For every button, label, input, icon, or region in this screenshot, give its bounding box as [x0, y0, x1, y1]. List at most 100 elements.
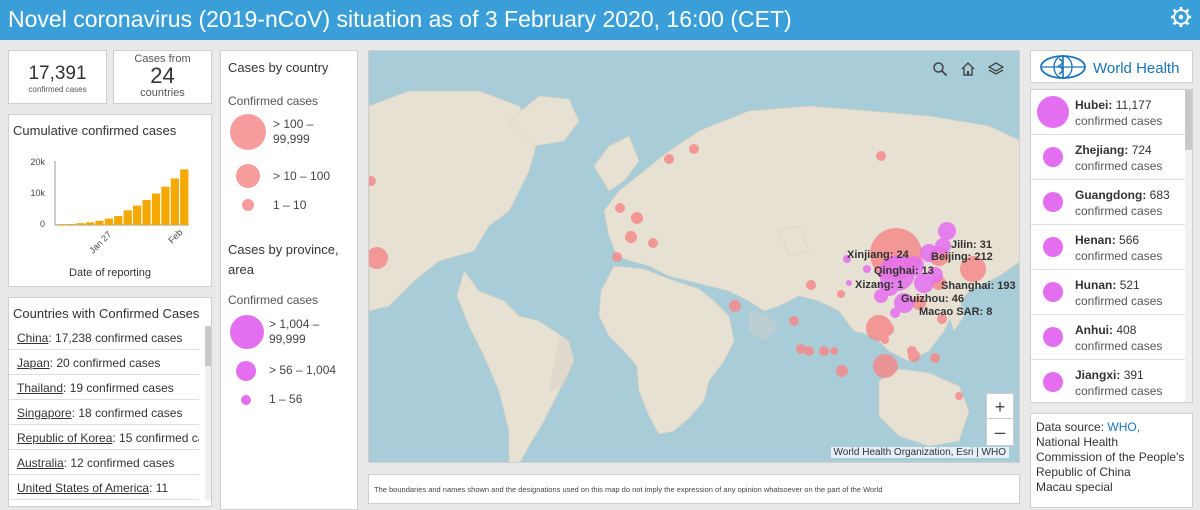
country-case-count: : 11 — [149, 481, 169, 495]
country-name-link[interactable]: Singapore — [17, 406, 72, 420]
province-name: Hunan: 521 — [1075, 278, 1140, 292]
map-home-button[interactable] — [955, 56, 981, 82]
map-circle-france — [625, 231, 637, 243]
cumulative-chart: 20k 10k 0 Jan 27 Feb — [30, 157, 189, 256]
province-name-text: Hunan — [1075, 278, 1113, 292]
home-icon — [961, 62, 975, 76]
province-list-item[interactable]: Henan: 566 confirmed cases — [1031, 225, 1192, 270]
province-count: 566 — [1119, 233, 1140, 247]
country-list-item[interactable]: Republic of Korea: 15 confirmed cases — [9, 426, 199, 450]
map-canvas[interactable]: Xinjiang: 24 Jilin: 31 Beijing: 212 Qing… — [369, 51, 1020, 463]
province-dot — [1043, 327, 1063, 347]
legend-country-large — [230, 114, 266, 150]
country-case-count: : 18 confirmed cases — [71, 406, 183, 420]
chart-bar[interactable] — [85, 222, 95, 225]
map-circle-australia — [955, 392, 963, 400]
chart-bar[interactable] — [57, 224, 66, 225]
chart-bar[interactable] — [170, 178, 179, 225]
map-search-button[interactable] — [927, 56, 953, 82]
map-label-macao: Macao SAR: 8 — [919, 306, 992, 318]
country-name-link[interactable]: Thailand — [17, 381, 63, 395]
country-list-item[interactable]: United States of America: 11 — [9, 476, 199, 500]
map-label-jilin: Jilin: 31 — [951, 239, 992, 251]
legend-country-small-label: 1 – 10 — [273, 198, 307, 212]
map-label-beijing: Beijing: 212 — [931, 251, 993, 263]
country-name-link[interactable]: Republic of Korea — [17, 431, 112, 445]
province-list-item[interactable]: Guangdong: 683 confirmed cases — [1031, 180, 1192, 225]
legend-country-medium-label: > 10 – 100 — [273, 169, 331, 183]
chart-bar[interactable] — [151, 193, 161, 225]
country-name-link[interactable]: Japan — [17, 356, 50, 370]
cumulative-chart-panel: Cumulative confirmed cases 20k 10k 0 Jan… — [8, 114, 212, 287]
page-title: Novel coronavirus (2019-nCoV) situation … — [8, 6, 792, 32]
province-list-item[interactable]: Zhejiang: 724 confirmed cases — [1031, 135, 1192, 180]
map-circle-australia-se — [830, 347, 838, 355]
gear-icon[interactable] — [1170, 6, 1192, 28]
countries-scrollbar[interactable] — [205, 326, 211, 501]
country-list-item[interactable]: Japan: 20 confirmed cases — [9, 351, 199, 375]
map-circle-cambodia — [881, 336, 889, 344]
map-layers-button[interactable] — [983, 56, 1009, 82]
data-source-body: National Health Commission of the People… — [1036, 435, 1185, 479]
chart-bar[interactable] — [114, 216, 123, 225]
data-source-text: Data source: WHO, National Health Commis… — [1036, 420, 1186, 495]
world-map[interactable]: Xinjiang: 24 Jilin: 31 Beijing: 212 Qing… — [368, 50, 1020, 463]
province-name: Hubei: 11,177 — [1075, 98, 1152, 112]
map-circle-finland — [689, 144, 699, 154]
country-case-count: : 20 confirmed cases — [49, 356, 161, 370]
country-name-link[interactable]: China — [17, 331, 48, 345]
total-confirmed-label: confirmed cases — [28, 85, 87, 94]
chart-bar[interactable] — [133, 205, 142, 225]
total-confirmed-panel: 17,391 confirmed cases — [8, 50, 107, 104]
map-circle-jilin — [938, 222, 956, 240]
countries-scrollbar-thumb[interactable] — [205, 326, 211, 366]
province-sub: confirmed cases — [1075, 339, 1163, 353]
province-sub: confirmed cases — [1075, 294, 1163, 308]
chart-bar[interactable] — [161, 186, 170, 225]
map-circle-germany — [631, 212, 643, 224]
chart-title: Cumulative confirmed cases — [13, 123, 177, 138]
chart-bar[interactable] — [76, 223, 85, 225]
chart-bar[interactable] — [123, 210, 132, 225]
countries-list-title: Countries with Confirmed Cases — [13, 306, 200, 321]
province-list-item[interactable]: Hunan: 521 confirmed cases — [1031, 270, 1192, 315]
province-list-item[interactable]: Anhui: 408 confirmed cases — [1031, 315, 1192, 360]
provinces-scrollbar-thumb[interactable] — [1185, 90, 1192, 150]
country-list-item[interactable]: China: 17,238 confirmed cases — [9, 326, 199, 350]
country-list-item[interactable]: Singapore: 18 confirmed cases — [9, 401, 199, 425]
country-list-item[interactable]: Australia: 12 confirmed cases — [9, 451, 199, 475]
chart-bar[interactable] — [180, 169, 189, 225]
map-zoom-out-button[interactable]: – — [986, 418, 1014, 446]
province-count: 408 — [1116, 323, 1137, 337]
map-label-xinjiang: Xinjiang: 24 — [847, 249, 910, 261]
province-list-item[interactable]: Jiangxi: 391 confirmed cases — [1031, 360, 1192, 402]
country-case-count: : 17,238 confirmed cases — [48, 331, 183, 345]
map-zoom-in-button[interactable]: + — [986, 393, 1014, 421]
chart-bar[interactable] — [67, 224, 76, 225]
province-count: 391 — [1123, 368, 1144, 382]
province-sub: confirmed cases — [1075, 114, 1163, 128]
map-circle-sweden — [664, 154, 674, 164]
map-circle-singapore — [873, 354, 897, 378]
chart-bar[interactable] — [142, 199, 151, 225]
chart-bar[interactable] — [95, 220, 104, 225]
map-circle-qinghai — [863, 265, 871, 273]
province-dot — [1037, 96, 1069, 128]
province-list-item[interactable]: Hubei: 11,177 confirmed cases — [1031, 90, 1192, 135]
province-dot — [1043, 147, 1063, 167]
who-emblem-icon — [1040, 55, 1086, 79]
data-source-link[interactable]: WHO, — [1107, 420, 1140, 434]
countries-list-panel: Countries with Confirmed Cases China: 17… — [8, 297, 212, 507]
provinces-list-panel: Hubei: 11,177 confirmed cases Zhejiang: 72… — [1030, 89, 1193, 403]
country-list-item[interactable]: Thailand: 19 confirmed cases — [9, 376, 199, 400]
map-circle-laos — [837, 290, 845, 298]
provinces-scrollbar[interactable] — [1185, 90, 1192, 402]
country-case-count: : 15 confirmed cases — [112, 431, 199, 445]
map-label-shanghai: Shanghai: 193 — [941, 280, 1016, 292]
chart-bar[interactable] — [104, 218, 113, 225]
country-name-link[interactable]: United States of America — [17, 481, 149, 495]
province-name: Anhui: 408 — [1075, 323, 1137, 337]
province-sub: confirmed cases — [1075, 159, 1163, 173]
country-name-link[interactable]: Australia — [17, 456, 64, 470]
map-disclaimer-panel: The boundaries and names shown and the d… — [368, 474, 1020, 504]
